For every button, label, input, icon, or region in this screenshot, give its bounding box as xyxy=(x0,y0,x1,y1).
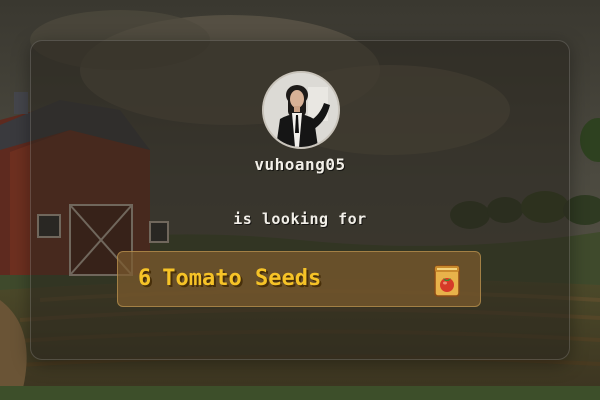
username-label: vuhoang05 xyxy=(254,155,346,174)
user-avatar[interactable] xyxy=(262,71,340,149)
request-intro-text: is looking for xyxy=(233,210,367,228)
requested-item-box[interactable]: 6 Tomato Seeds xyxy=(117,251,481,307)
item-name: Tomato Seeds xyxy=(162,266,322,291)
requested-item-text: 6 Tomato Seeds xyxy=(138,266,321,291)
tomato-seed-packet-icon xyxy=(434,265,460,297)
item-quantity: 6 xyxy=(138,266,152,291)
